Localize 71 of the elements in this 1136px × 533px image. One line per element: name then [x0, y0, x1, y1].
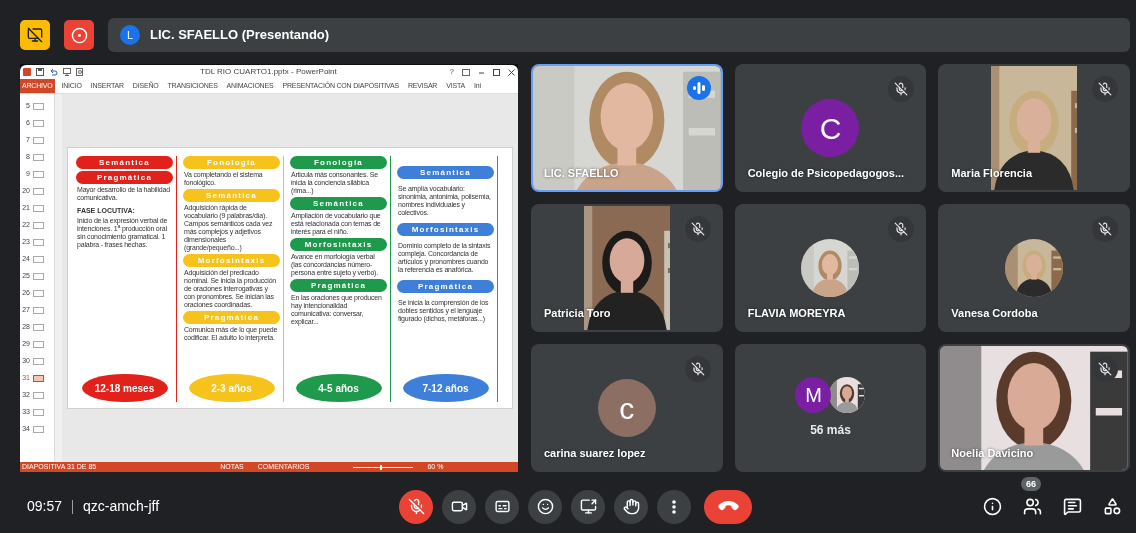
raise-hand-button[interactable]: [614, 489, 648, 524]
age-label: 2-3 años: [188, 374, 275, 402]
info-icon: [982, 497, 1002, 516]
microphone-off-icon: [894, 82, 909, 96]
topic-heading: Pragmática: [397, 280, 494, 293]
camera-button[interactable]: [442, 489, 476, 524]
topic-heading: Semántica: [290, 197, 387, 210]
participant-name: carina suarez lopez: [544, 445, 646, 461]
microphone-off-icon: [1098, 82, 1112, 96]
topic-heading: Fonología: [183, 156, 280, 169]
presenter-label: LIC. SFAELLO (Presentando): [150, 26, 330, 45]
emoji-button[interactable]: [528, 489, 562, 524]
microphone-off-icon: [690, 222, 705, 236]
avatar: C: [801, 99, 860, 157]
topic-heading: Semántica: [397, 166, 494, 179]
close-icon[interactable]: [508, 68, 515, 76]
shapes-icon: [1102, 497, 1122, 516]
present-button[interactable]: [571, 489, 605, 524]
more-participants-label: 56 más: [810, 422, 851, 439]
hand-icon: [622, 498, 640, 515]
participant-name: FLAVIA MOREYRA: [747, 305, 846, 321]
people-icon: [1022, 497, 1042, 516]
microphone-off-icon: [1098, 362, 1112, 376]
topic-heading: Morfosintaxis: [290, 238, 387, 251]
age-label: 7-12 años: [402, 374, 489, 402]
meeting-code: qzc-amch-jff: [83, 497, 160, 516]
stop-presenting-button[interactable]: [20, 20, 50, 50]
topic-heading: Fonología: [290, 156, 387, 169]
avatar: c: [597, 379, 656, 437]
window-title: TDL RIO CUARTO1.pptx - PowerPoint: [200, 66, 337, 78]
record-icon: [70, 26, 88, 44]
more-icon: [672, 499, 676, 514]
microphone-off-icon: [690, 362, 705, 376]
monitor-icon[interactable]: [63, 68, 71, 76]
microphone-button[interactable]: [399, 489, 433, 524]
topic-heading: Morfosintaxis: [397, 223, 494, 236]
participant-name: Vanesa Cordoba: [951, 305, 1038, 321]
captions-icon: [493, 498, 511, 515]
recording-button[interactable]: [64, 20, 94, 50]
maximize-icon[interactable]: [493, 68, 500, 76]
topic-heading: Pragmática: [76, 171, 173, 184]
screen-share-icon: [579, 498, 597, 515]
help-button[interactable]: ?: [449, 66, 454, 78]
app-logo-icon: [23, 68, 31, 76]
microphone-off-icon: [894, 222, 909, 236]
age-label: 4-5 años: [295, 374, 382, 402]
captions-button[interactable]: [485, 489, 519, 524]
zoom-slider-thumb[interactable]: [380, 464, 383, 470]
preview-icon[interactable]: [76, 68, 84, 76]
topic-heading: Morfosintaxis: [183, 254, 280, 267]
topic-heading: Pragmática: [290, 279, 387, 292]
more-options-button[interactable]: [657, 489, 691, 524]
presenter-avatar: L: [120, 25, 140, 45]
monitor-off-icon: [27, 27, 43, 43]
age-label: 12-18 meses: [81, 374, 168, 402]
participant-name: Colegio de Psicopedagogos...: [747, 165, 905, 181]
avatar: M: [795, 377, 832, 413]
smiley-icon: [536, 498, 554, 515]
topic-heading: Pragmática: [183, 311, 280, 324]
chat-icon: [1062, 497, 1082, 516]
participant-count-badge: 66: [1021, 476, 1041, 491]
speaking-indicator-icon: [686, 76, 711, 100]
undo-icon[interactable]: [49, 68, 58, 76]
microphone-off-icon: [1098, 222, 1112, 236]
topic-heading: Semántica: [76, 156, 173, 169]
topic-heading: Semántica: [183, 189, 280, 202]
end-call-button[interactable]: [704, 489, 752, 524]
save-icon[interactable]: [36, 68, 44, 76]
meeting-time: 09:57: [27, 497, 63, 516]
scrollbar[interactable]: [54, 94, 62, 462]
microphone-off-icon: [407, 498, 425, 515]
